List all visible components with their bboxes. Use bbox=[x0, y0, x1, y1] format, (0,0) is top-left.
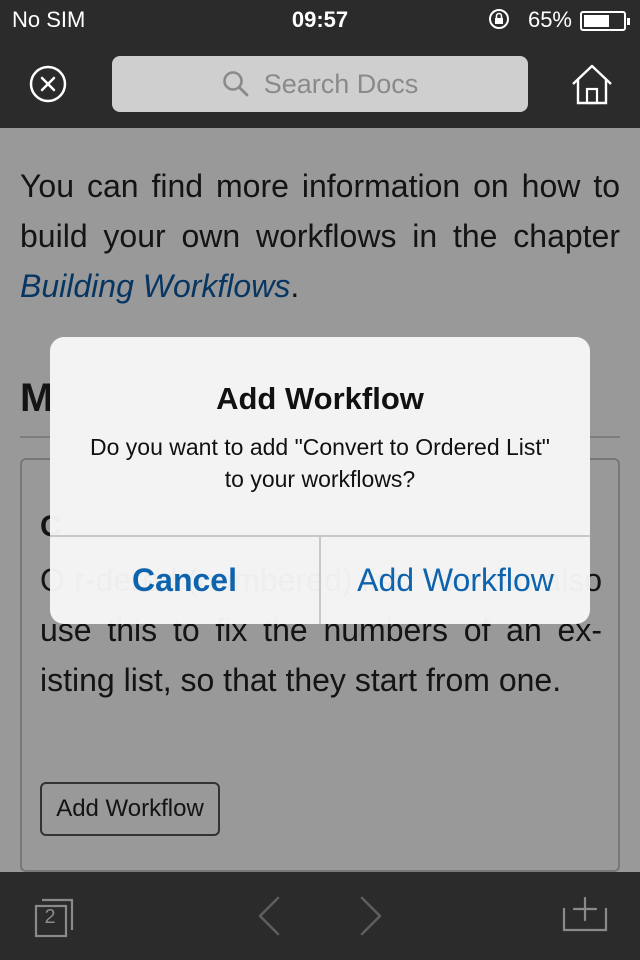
close-circle-icon[interactable] bbox=[28, 64, 68, 104]
add-workflow-button[interactable]: Add Workflow bbox=[321, 537, 590, 624]
search-placeholder: Search Docs bbox=[263, 68, 419, 99]
cancel-button[interactable]: Cancel bbox=[50, 537, 319, 624]
chevron-left-icon[interactable] bbox=[254, 892, 284, 940]
add-workflow-dialog: Add Workflow Do you want to add "Convert… bbox=[50, 337, 590, 624]
dialog-message: Do you want to add "Convert to Ordered L… bbox=[90, 434, 550, 492]
home-icon[interactable] bbox=[570, 62, 614, 106]
battery-percent: 65% bbox=[527, 7, 572, 32]
status-bar: No SIM 09:57 65% bbox=[0, 0, 640, 40]
search-icon bbox=[222, 71, 249, 97]
tab-count: 2 bbox=[44, 906, 56, 928]
battery-icon bbox=[580, 11, 630, 31]
dialog-title: Add Workflow bbox=[216, 381, 424, 416]
tabs-button[interactable]: 2 bbox=[32, 892, 80, 940]
nav-bar: Search Docs bbox=[0, 40, 640, 128]
chevron-right-icon[interactable] bbox=[356, 892, 386, 940]
rotation-lock-icon bbox=[489, 9, 509, 29]
add-tray-icon[interactable] bbox=[560, 892, 610, 936]
bottom-toolbar: 2 bbox=[0, 872, 640, 960]
search-field[interactable]: Search Docs bbox=[112, 56, 528, 112]
